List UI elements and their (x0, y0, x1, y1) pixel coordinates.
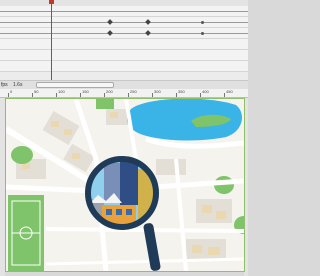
ruler-label: 300 (154, 89, 161, 94)
building (72, 153, 80, 159)
current-time: 1.6s (13, 82, 23, 88)
keyframe-marker[interactable] (107, 19, 113, 25)
ruler-label: 450 (226, 89, 233, 94)
lens-window (106, 209, 112, 215)
keyframe-dot[interactable] (201, 21, 204, 24)
ruler-tick (152, 93, 153, 97)
ruler-tick (224, 93, 225, 97)
ruler-tick (8, 93, 9, 97)
timeline-horizontal-scrollbar[interactable] (36, 82, 114, 88)
building (208, 247, 220, 255)
ruler-tick (128, 93, 129, 97)
timeline-track[interactable] (0, 17, 248, 28)
ruler-tick (104, 93, 105, 97)
track-line (0, 33, 248, 34)
keyframe-dot[interactable] (201, 32, 204, 35)
park (11, 146, 33, 164)
lens-window (116, 209, 122, 215)
fps-label: fps (1, 82, 8, 88)
ruler-label: 350 (178, 89, 185, 94)
timeline-panel (0, 0, 248, 80)
building (202, 205, 212, 213)
ruler-label: 0 (10, 89, 13, 94)
ruler-label: 200 (106, 89, 113, 94)
track-line (0, 22, 248, 23)
building (110, 112, 118, 118)
ruler-label: 400 (202, 89, 209, 94)
building (51, 121, 59, 127)
city-map-illustration (6, 99, 244, 271)
keyframe-marker[interactable] (145, 19, 151, 25)
playhead[interactable] (51, 0, 52, 80)
building (216, 211, 226, 219)
park (96, 99, 114, 109)
building (64, 129, 72, 135)
ruler-tick (32, 93, 33, 97)
stage-ruler: 0 50 100 150 200 250 300 350 400 450 (0, 89, 248, 98)
keyframe-marker[interactable] (145, 30, 151, 36)
lens-tower (120, 159, 138, 205)
animation-editor: fps 1.6s 0 50 100 150 200 250 300 350 400 450 (0, 0, 248, 276)
lens-window (126, 209, 132, 215)
ruler-tick (56, 93, 57, 97)
timeline-track[interactable] (0, 28, 248, 39)
keyframe-marker[interactable] (107, 30, 113, 36)
city-block (156, 159, 186, 175)
city-block (196, 199, 232, 223)
timeline-track[interactable] (0, 61, 248, 72)
timeline-track[interactable] (0, 6, 248, 17)
ruler-label: 100 (58, 89, 65, 94)
building (192, 245, 202, 253)
track-line (0, 11, 248, 12)
timeline-track[interactable] (0, 50, 248, 61)
timeline-track[interactable] (0, 39, 248, 50)
ruler-tick (200, 93, 201, 97)
stage-canvas[interactable] (5, 98, 245, 272)
ruler-tick (80, 93, 81, 97)
ruler-label: 150 (82, 89, 89, 94)
playhead-handle[interactable] (49, 0, 54, 4)
ruler-label: 50 (34, 89, 39, 94)
ruler-tick (176, 93, 177, 97)
ruler-label: 250 (130, 89, 137, 94)
